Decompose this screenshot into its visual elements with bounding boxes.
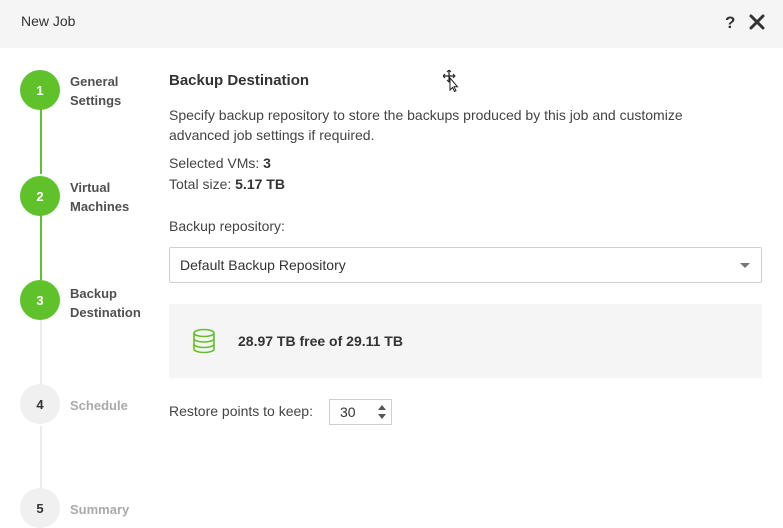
decrement-arrow-icon[interactable] <box>378 414 386 419</box>
free-space-text: 28.97 TB free of 29.11 TB <box>238 333 403 349</box>
step-3-indicator[interactable]: 3 <box>20 280 60 320</box>
step-4-indicator: 4 <box>20 384 60 424</box>
step-connector <box>40 108 42 174</box>
chevron-down-icon[interactable] <box>740 263 750 268</box>
step-connector <box>40 426 42 492</box>
step-5-indicator: 5 <box>20 488 60 528</box>
step-4-label: Schedule <box>70 398 128 413</box>
page-title: Backup Destination <box>169 72 310 89</box>
window-titlebar: New Job ? <box>0 0 783 48</box>
help-button[interactable]: ? <box>725 13 735 33</box>
close-icon[interactable] <box>747 12 767 32</box>
page-description: Specify backup repository to store the b… <box>169 107 683 143</box>
window-title: New Job <box>21 13 76 29</box>
total-size-value: 5.17 TB <box>235 176 285 192</box>
restore-points-stepper[interactable]: 30 <box>329 399 392 425</box>
step-2-label[interactable]: Virtual Machines <box>70 178 129 216</box>
wizard-steps: 1 General Settings 2 Virtual Machines 3 … <box>0 48 160 528</box>
step-1-label[interactable]: General Settings <box>70 72 121 110</box>
step-connector <box>40 214 42 280</box>
selected-vms-info: Selected VMs: 3 <box>169 155 271 171</box>
repository-label: Backup repository: <box>169 218 285 234</box>
step-3-label-text: Backup Destination <box>70 286 141 320</box>
repository-space-panel: 28.97 TB free of 29.11 TB <box>169 304 762 378</box>
mouse-cursor-icon <box>443 70 459 92</box>
step-1-label-text: General Settings <box>70 74 122 108</box>
step-5-label: Summary <box>70 502 130 517</box>
step-2-indicator[interactable]: 2 <box>20 176 60 216</box>
repository-select-value: Default Backup Repository <box>180 257 346 273</box>
step-3-label[interactable]: Backup Destination <box>70 284 141 322</box>
selected-vms-value: 3 <box>263 155 271 171</box>
step-2-label-text: Virtual Machines <box>70 180 130 214</box>
total-size-label: Total size: <box>169 176 232 192</box>
increment-arrow-icon[interactable] <box>378 405 386 410</box>
repository-select[interactable]: Default Backup Repository <box>169 247 762 283</box>
selected-vms-label: Selected VMs: <box>169 155 260 171</box>
restore-points-value[interactable]: 30 <box>340 404 356 420</box>
database-icon <box>193 328 215 354</box>
total-size-info: Total size: 5.17 TB <box>169 176 285 192</box>
step-connector <box>40 320 42 386</box>
restore-points-label: Restore points to keep: <box>169 403 313 419</box>
step-1-indicator[interactable]: 1 <box>20 70 60 110</box>
